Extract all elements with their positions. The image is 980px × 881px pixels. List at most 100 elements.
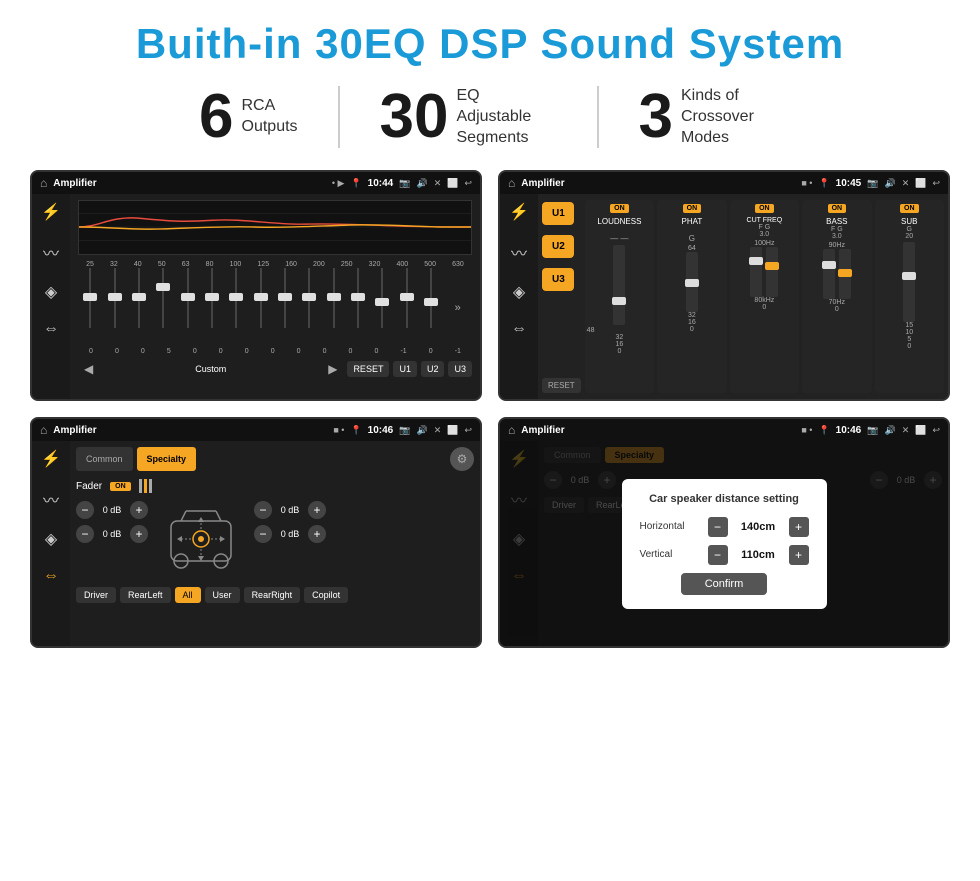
- page-wrapper: Buith-in 30EQ DSP Sound System 6 RCAOutp…: [0, 0, 980, 668]
- rearleft-btn[interactable]: RearLeft: [120, 587, 171, 603]
- eq-slider-3[interactable]: [162, 268, 164, 348]
- sidebar-wave-icon[interactable]: 〰: [43, 240, 59, 264]
- sidebar-speaker-icon-3[interactable]: ◈: [45, 529, 57, 549]
- dialog-content: ⚡ 〰 ◈ ⇔ Common Specialty − 0 dB: [500, 441, 948, 646]
- db-minus-br[interactable]: −: [254, 525, 272, 543]
- reset-btn-eq[interactable]: RESET: [347, 361, 389, 377]
- rearright-btn[interactable]: RearRight: [244, 587, 301, 603]
- reset-cross-btn[interactable]: RESET: [542, 378, 581, 393]
- expand-icon[interactable]: »: [455, 302, 461, 314]
- db-minus-tl[interactable]: −: [76, 501, 94, 519]
- db-control-tr: − 0 dB +: [254, 501, 326, 519]
- preset-label: Custom: [103, 364, 318, 374]
- play-btn[interactable]: ▶: [322, 359, 343, 379]
- driver-btn[interactable]: Driver: [76, 587, 116, 603]
- home-icon-3[interactable]: ⌂: [40, 423, 47, 437]
- u1-cross-btn[interactable]: U1: [542, 202, 574, 225]
- app-name-2: Amplifier: [521, 178, 795, 189]
- crossover-screen: ⌂ Amplifier ■ • 📍 10:45 📷 🔊 ✕ ⬜ ↩ ⚡ 〰 ◈ …: [498, 170, 950, 401]
- eq-slider-7[interactable]: [260, 268, 262, 348]
- stat-eq-number: 30: [380, 86, 449, 148]
- tab-common[interactable]: Common: [76, 447, 133, 471]
- win-icon-1: ⬜: [447, 178, 458, 189]
- eq-slider-12[interactable]: [381, 268, 383, 348]
- fader-tabs: Common Specialty ⚙: [76, 447, 474, 471]
- home-icon-1[interactable]: ⌂: [40, 176, 47, 190]
- db-plus-tr[interactable]: +: [308, 501, 326, 519]
- fader-right-controls: − 0 dB + − 0 dB +: [254, 501, 326, 581]
- all-btn[interactable]: All: [175, 587, 201, 603]
- tab-specialty[interactable]: Specialty: [137, 447, 197, 471]
- time-3: 10:46: [368, 425, 394, 436]
- u3-btn-eq[interactable]: U3: [448, 361, 472, 377]
- db-plus-bl[interactable]: +: [130, 525, 148, 543]
- pin-icon-2: 📍: [818, 178, 829, 189]
- user-btn[interactable]: User: [205, 587, 240, 603]
- horizontal-label: Horizontal: [640, 521, 700, 532]
- stat-rca: 6 RCAOutputs: [159, 86, 340, 148]
- copilot-btn[interactable]: Copilot: [304, 587, 348, 603]
- status-bar-1: ⌂ Amplifier • ▶ 📍 10:44 📷 🔊 ✕ ⬜ ↩: [32, 172, 480, 194]
- db-plus-br[interactable]: +: [308, 525, 326, 543]
- eq-slider-9[interactable]: [308, 268, 310, 348]
- eq-slider-8[interactable]: [284, 268, 286, 348]
- sidebar-speaker-icon[interactable]: ◈: [45, 282, 57, 302]
- fader-body: − 0 dB + − 0 dB +: [76, 501, 474, 581]
- u2-cross-btn[interactable]: U2: [542, 235, 574, 258]
- eq-slider-4[interactable]: [187, 268, 189, 348]
- eq-slider-2[interactable]: [138, 268, 140, 348]
- dialog-overlay: Car speaker distance setting Horizontal …: [500, 441, 948, 646]
- vertical-minus-btn[interactable]: −: [708, 545, 728, 565]
- sidebar-arrows-icon[interactable]: ⇔: [43, 320, 59, 338]
- home-icon-2[interactable]: ⌂: [508, 176, 515, 190]
- horizontal-value: 140cm: [736, 521, 781, 533]
- x-icon-4: ✕: [902, 425, 910, 436]
- horizontal-minus-btn[interactable]: −: [708, 517, 728, 537]
- db-control-tl: − 0 dB +: [76, 501, 148, 519]
- eq-slider-1[interactable]: [114, 268, 116, 348]
- home-icon-4[interactable]: ⌂: [508, 423, 515, 437]
- settings-icon-fader[interactable]: ⚙: [450, 447, 474, 471]
- back-icon-2[interactable]: ↩: [932, 178, 940, 189]
- pin-icon-1: 📍: [350, 178, 361, 189]
- crossover-sidebar: ⚡ 〰 ◈ ⇔: [500, 194, 538, 399]
- vertical-plus-btn[interactable]: +: [789, 545, 809, 565]
- u3-cross-btn[interactable]: U3: [542, 268, 574, 291]
- prev-btn[interactable]: ◀: [78, 359, 99, 379]
- eq-slider-14[interactable]: [430, 268, 432, 348]
- win-icon-4: ⬜: [915, 425, 926, 436]
- fader-bottom: Driver RearLeft All User RearRight Copil…: [76, 587, 474, 603]
- back-icon-1[interactable]: ↩: [464, 178, 472, 189]
- sidebar-wave-icon-3[interactable]: 〰: [43, 487, 59, 511]
- dialog-title: Car speaker distance setting: [640, 493, 809, 505]
- stats-row: 6 RCAOutputs 30 EQ AdjustableSegments 3 …: [30, 86, 950, 148]
- u1-btn-eq[interactable]: U1: [393, 361, 417, 377]
- db-minus-bl[interactable]: −: [76, 525, 94, 543]
- back-icon-4[interactable]: ↩: [932, 425, 940, 436]
- sidebar-eq-icon-3[interactable]: ⚡: [41, 449, 61, 469]
- sidebar-eq-icon-2[interactable]: ⚡: [509, 202, 529, 222]
- db-plus-tl[interactable]: +: [130, 501, 148, 519]
- sidebar-arrows-icon-3[interactable]: ⇔: [43, 567, 59, 585]
- sidebar-speaker-icon-2[interactable]: ◈: [513, 282, 525, 302]
- horizontal-plus-btn[interactable]: +: [789, 517, 809, 537]
- eq-slider-0[interactable]: [89, 268, 91, 348]
- stat-crossover-number: 3: [639, 86, 673, 148]
- db-control-bl: − 0 dB +: [76, 525, 148, 543]
- eq-slider-11[interactable]: [357, 268, 359, 348]
- u2-btn-eq[interactable]: U2: [421, 361, 445, 377]
- eq-slider-5[interactable]: [211, 268, 213, 348]
- eq-main: 2532405063 80100125160200 25032040050063…: [70, 194, 480, 399]
- sidebar-wave-icon-2[interactable]: 〰: [511, 240, 527, 264]
- eq-slider-6[interactable]: [235, 268, 237, 348]
- eq-slider-10[interactable]: [333, 268, 335, 348]
- sidebar-arrows-icon-2[interactable]: ⇔: [511, 320, 527, 338]
- sidebar-eq-icon[interactable]: ⚡: [41, 202, 61, 222]
- time-2: 10:45: [836, 178, 862, 189]
- back-icon-3[interactable]: ↩: [464, 425, 472, 436]
- confirm-button[interactable]: Confirm: [681, 573, 768, 595]
- eq-slider-13[interactable]: [406, 268, 408, 348]
- channels-area: ON LOUDNESS — — 48 32 16: [585, 200, 944, 393]
- win-icon-3: ⬜: [447, 425, 458, 436]
- db-minus-tr[interactable]: −: [254, 501, 272, 519]
